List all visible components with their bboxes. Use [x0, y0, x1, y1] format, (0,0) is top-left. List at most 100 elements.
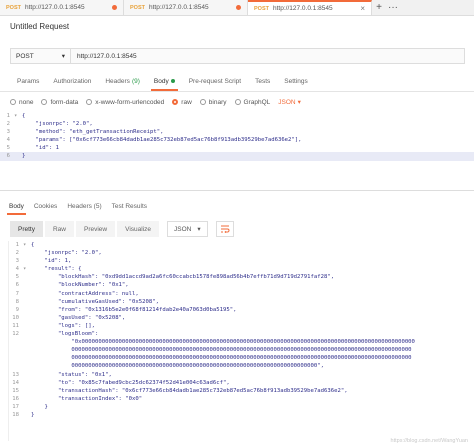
- response-body-viewer[interactable]: 1 ▾{2 "jsonrpc": "2.0", 3 "id": 1, 4 ▾ "resu…: [8, 241, 463, 441]
- pane-divider[interactable]: [0, 190, 474, 191]
- tab-authorization[interactable]: Authorization: [46, 74, 98, 88]
- code-line: 7 "contractAddress": null,: [9, 290, 463, 298]
- request-tab-1[interactable]: POST http://127.0.0.1:8545: [0, 0, 124, 15]
- tab-body[interactable]: Body: [147, 74, 182, 91]
- chevron-down-icon: ▾: [61, 53, 65, 60]
- more-tabs-icon[interactable]: ···: [386, 0, 400, 15]
- code-line: 6}: [0, 152, 474, 161]
- tab-url: http://127.0.0.1:8545: [272, 5, 333, 12]
- request-body-editor[interactable]: 1 ▾{ 2 "jsonrpc": "2.0", 3 "method": "eth…: [0, 112, 474, 161]
- tab-settings[interactable]: Settings: [277, 74, 315, 88]
- line-number: 10: [12, 314, 19, 321]
- code-text: 0000000000000000000000000000000000000000…: [31, 347, 412, 354]
- radio-form-data[interactable]: form-data: [41, 99, 78, 106]
- code-text: "result": {: [31, 266, 82, 273]
- code-text: "logs": [],: [31, 322, 95, 329]
- code-line: 0000000000000000000000000000000000000000…: [9, 354, 463, 362]
- code-line: 3 "method": "eth_getTransactionReceipt",: [0, 128, 474, 136]
- visualize-button[interactable]: Visualize: [117, 221, 160, 237]
- unsaved-dot-icon: [236, 5, 241, 10]
- fold-chevron-icon[interactable]: ▾: [23, 241, 31, 249]
- raw-button[interactable]: Raw: [44, 221, 74, 237]
- watermark: https://blog.csdn.net/WangYuan: [390, 438, 468, 444]
- code-line: 3 "id": 1,: [9, 257, 463, 265]
- response-tab-cookies[interactable]: Cookies: [29, 200, 62, 212]
- tab-headers[interactable]: Headers (9): [98, 74, 147, 88]
- code-text: "method": "eth_getTransactionReceipt",: [22, 129, 164, 136]
- tab-tests[interactable]: Tests: [248, 74, 277, 88]
- line-number: [9, 362, 23, 370]
- code-line: 0000000000000000000000000000000000000000…: [9, 346, 463, 354]
- code-text: "0x0000000000000000000000000000000000000…: [31, 339, 415, 346]
- tab-method: POST: [6, 4, 21, 11]
- url-input[interactable]: http://127.0.0.1:8545: [71, 53, 464, 60]
- radio-circle-icon: [199, 99, 206, 105]
- code-line: 2 "jsonrpc": "2.0",: [0, 120, 474, 128]
- line-number: 8: [15, 298, 19, 305]
- code-text: "cumulativeGasUsed": "0x5208",: [31, 298, 159, 305]
- code-line: 12 "logsBloom":: [9, 330, 463, 338]
- method-select[interactable]: POST ▾: [11, 49, 71, 63]
- code-text: "blockNumber": "0x1",: [31, 282, 129, 289]
- code-line: 14 "to": "0x85c7fabed9cbc25dc62374f52d41…: [9, 379, 463, 387]
- code-line: 9 "from": "0x1316b5e2e0f68f81214fdab2e40…: [9, 306, 463, 314]
- line-number: 3: [6, 129, 10, 136]
- radio-circle-icon: [10, 99, 16, 105]
- line-number: 17: [12, 403, 19, 410]
- radio-binary[interactable]: binary: [199, 99, 227, 106]
- line-number: 5: [15, 274, 19, 281]
- request-tab-3[interactable]: POST http://127.0.0.1:8545 ×: [248, 0, 372, 15]
- response-tab-headers[interactable]: Headers (5): [62, 200, 106, 212]
- close-tab-icon[interactable]: ×: [360, 4, 365, 13]
- code-text: "gasUsed": "0x5208",: [31, 314, 126, 321]
- tab-params[interactable]: Params: [10, 74, 46, 88]
- code-text: "transactionHash": "0x6cf773e66cb84dadb1…: [31, 387, 348, 394]
- response-tab-body[interactable]: Body: [4, 200, 29, 215]
- response-tab-test-results[interactable]: Test Results: [107, 200, 152, 212]
- pretty-button[interactable]: Pretty: [10, 221, 43, 237]
- code-line: 8 "cumulativeGasUsed": "0x5208",: [9, 298, 463, 306]
- new-tab-plus-icon[interactable]: +: [372, 0, 386, 15]
- tab-headers-count: (9): [131, 77, 140, 85]
- wrap-lines-icon[interactable]: [215, 221, 234, 237]
- format-label: JSON: [174, 225, 192, 233]
- tab-body-label: Body: [153, 77, 169, 85]
- code-line: 17 }: [9, 403, 463, 411]
- code-text: "jsonrpc": "2.0",: [22, 121, 93, 128]
- request-tab-bar: POST http://127.0.0.1:8545 POST http://1…: [0, 0, 474, 16]
- url-bar: POST ▾ http://127.0.0.1:8545: [10, 48, 465, 64]
- radio-label: raw: [181, 98, 192, 106]
- code-text: "jsonrpc": "2.0",: [31, 250, 102, 257]
- code-text: "params": ["0x6cf773e66cb84dadb1ae285c73…: [22, 137, 302, 144]
- fold-chevron-icon[interactable]: ▾: [14, 112, 22, 120]
- fold-chevron-icon[interactable]: ▾: [23, 265, 31, 273]
- response-toolbar: Pretty Raw Preview Visualize JSON ▾: [10, 220, 234, 238]
- code-line: 11 "logs": [],: [9, 322, 463, 330]
- radio-graphql[interactable]: GraphQL: [234, 99, 270, 106]
- tab-headers-label: Headers: [105, 77, 130, 85]
- code-text: "id": 1: [22, 145, 60, 152]
- radio-label: none: [19, 98, 34, 106]
- code-text: "contractAddress": null,: [31, 290, 139, 297]
- line-number: 2: [6, 121, 10, 128]
- radio-label: x-www-form-urlencoded: [95, 98, 165, 106]
- request-tab-2[interactable]: POST http://127.0.0.1:8545: [124, 0, 248, 15]
- radio-urlencoded[interactable]: x-www-form-urlencoded: [86, 99, 164, 106]
- line-number: 9: [15, 306, 19, 313]
- body-format-select[interactable]: JSON ▾: [278, 98, 301, 107]
- tab-prerequest-script[interactable]: Pre-request Script: [182, 74, 248, 88]
- code-line: 6 "blockNumber": "0x1",: [9, 281, 463, 289]
- radio-none[interactable]: none: [10, 99, 33, 106]
- line-number: [9, 354, 23, 362]
- radio-raw[interactable]: raw: [172, 98, 192, 106]
- line-number: 1: [6, 113, 10, 119]
- response-format-select[interactable]: JSON ▾: [167, 221, 208, 237]
- code-text: "transactionIndex": "0x0": [31, 395, 143, 402]
- code-line: 1 ▾{: [9, 241, 463, 249]
- format-label: JSON: [278, 98, 296, 106]
- line-number: 4: [15, 266, 19, 273]
- code-line: 16 "transactionIndex": "0x0": [9, 395, 463, 403]
- request-title[interactable]: Untitled Request: [10, 22, 69, 31]
- preview-button[interactable]: Preview: [76, 221, 116, 237]
- code-line: 0000000000000000000000000000000000000000…: [9, 362, 463, 370]
